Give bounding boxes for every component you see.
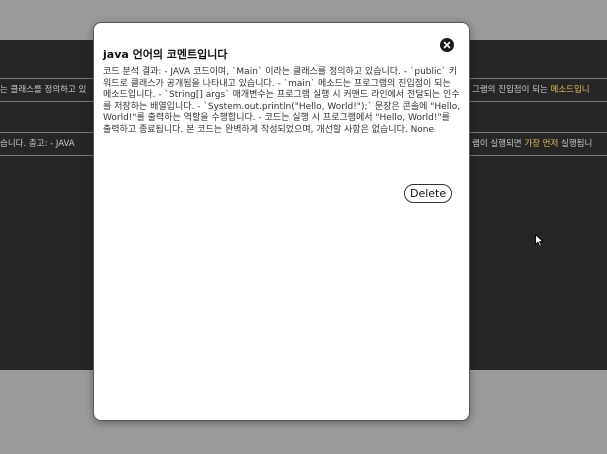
background-row-highlight: 가장 먼저 xyxy=(524,139,559,149)
background-row-highlight: 메소드입니 xyxy=(550,85,590,95)
background-row-text: 습니다. 충고: - JAVA xyxy=(0,139,75,149)
close-button[interactable] xyxy=(440,38,454,52)
modal-title: java 언어의 코멘트입니다 xyxy=(103,48,228,61)
background-row-text: 실행됩니 xyxy=(558,139,593,149)
close-icon xyxy=(443,41,451,49)
background-row-text: 램이 실행되면 xyxy=(472,139,525,149)
comment-modal: java 언어의 코멘트입니다 코드 분석 결과: - JAVA 코드이며, `… xyxy=(93,22,470,421)
comment-body: 코드 분석 결과: - JAVA 코드이며, `Main` 이라는 클래스를 정… xyxy=(103,67,461,135)
background-row-text: 그램의 진입점이 되는 xyxy=(472,85,551,95)
background-row-text: 는 클래스를 정의하고 있 xyxy=(0,85,87,95)
delete-button[interactable]: Delete xyxy=(404,184,453,203)
